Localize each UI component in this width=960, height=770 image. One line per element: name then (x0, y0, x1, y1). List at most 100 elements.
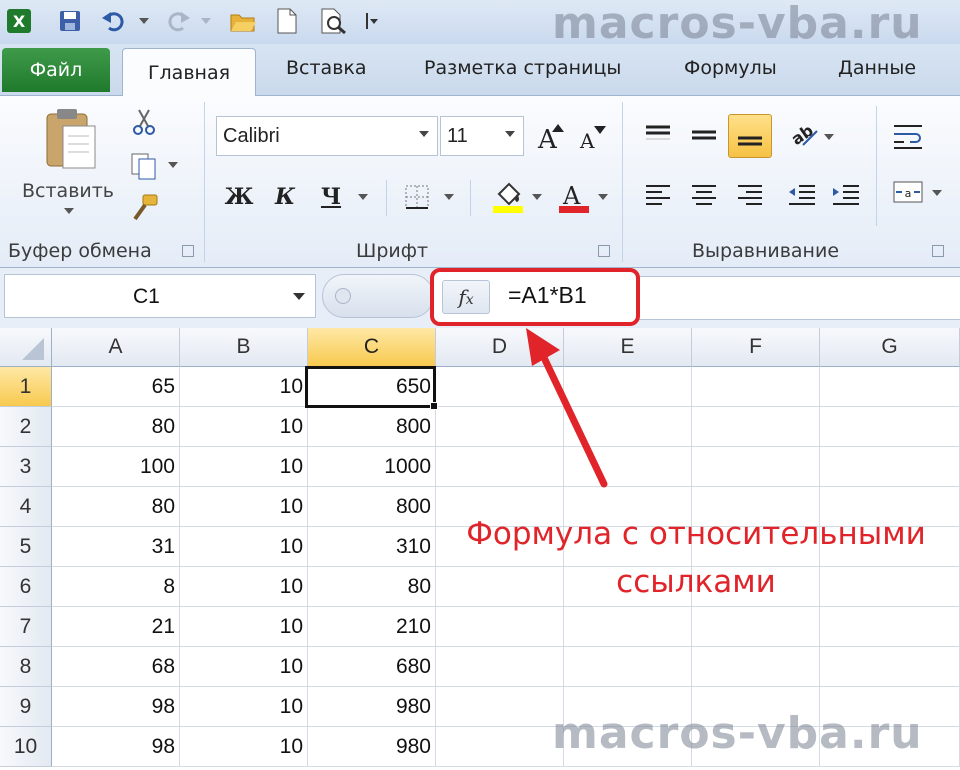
column-header-g[interactable]: G (820, 328, 960, 367)
cell-empty[interactable] (820, 407, 960, 447)
cell-empty[interactable] (436, 607, 564, 647)
align-bottom-icon[interactable] (728, 114, 772, 158)
text-orientation-dropdown-icon[interactable] (824, 134, 834, 140)
cell-b[interactable]: 10 (180, 527, 308, 567)
cell-b[interactable]: 10 (180, 567, 308, 607)
cell-c[interactable]: 800 (308, 487, 436, 527)
cell-b[interactable]: 10 (180, 727, 308, 767)
shrink-font-icon[interactable]: A (574, 118, 610, 154)
open-folder-icon[interactable] (226, 6, 260, 36)
print-preview-icon[interactable] (316, 6, 350, 36)
cell-c[interactable]: 210 (308, 607, 436, 647)
tab-data[interactable]: Данные (838, 57, 916, 79)
redo-icon[interactable] (164, 6, 194, 36)
cell-empty[interactable] (564, 407, 692, 447)
text-orientation-icon[interactable]: ab (784, 114, 824, 154)
cell-empty[interactable] (436, 447, 564, 487)
cell-b[interactable]: 10 (180, 367, 308, 407)
underline-button[interactable]: Ч (314, 180, 348, 214)
select-all-corner[interactable] (0, 328, 52, 367)
decrease-indent-icon[interactable] (784, 178, 820, 212)
cell-c[interactable]: 650 (308, 367, 436, 407)
copy-dropdown-icon[interactable] (168, 162, 178, 168)
tab-insert[interactable]: Вставка (286, 57, 367, 79)
cell-empty[interactable] (564, 647, 692, 687)
bold-button[interactable]: Ж (222, 180, 256, 214)
cell-empty[interactable] (692, 647, 820, 687)
cell-empty[interactable] (436, 687, 564, 727)
undo-icon[interactable] (98, 6, 128, 36)
row-header[interactable]: 3 (0, 447, 52, 487)
align-top-icon[interactable] (640, 118, 676, 152)
cell-b[interactable]: 10 (180, 607, 308, 647)
cell-c[interactable]: 1000 (308, 447, 436, 487)
cell-c[interactable]: 980 (308, 727, 436, 767)
cell-a[interactable]: 65 (52, 367, 180, 407)
row-header[interactable]: 5 (0, 527, 52, 567)
row-header[interactable]: 1 (0, 367, 52, 407)
insert-function-button[interactable]: fx (442, 280, 490, 314)
row-header[interactable]: 9 (0, 687, 52, 727)
column-header-c[interactable]: C (308, 328, 436, 367)
italic-button[interactable]: К (268, 180, 302, 214)
font-size-dropdown-icon[interactable] (505, 131, 515, 137)
align-left-icon[interactable] (640, 178, 676, 212)
format-painter-icon[interactable] (126, 192, 162, 224)
merge-center-icon[interactable]: a (888, 174, 928, 210)
copy-icon[interactable] (126, 150, 162, 182)
tab-file[interactable]: Файл (2, 48, 110, 92)
align-middle-icon[interactable] (686, 118, 722, 152)
borders-dropdown-icon[interactable] (444, 194, 454, 200)
cell-empty[interactable] (820, 647, 960, 687)
column-header-b[interactable]: B (180, 328, 308, 367)
cell-b[interactable]: 10 (180, 487, 308, 527)
tab-home[interactable]: Главная (122, 48, 256, 97)
cell-empty[interactable] (436, 727, 564, 767)
name-box[interactable]: C1 (4, 274, 316, 318)
redo-dropdown-icon[interactable] (198, 6, 214, 36)
row-header[interactable]: 10 (0, 727, 52, 767)
column-header-a[interactable]: A (52, 328, 180, 367)
cell-empty[interactable] (820, 367, 960, 407)
customize-qat-icon[interactable] (360, 6, 384, 36)
font-size-combo[interactable]: 11 (440, 116, 524, 156)
paste-dropdown-icon[interactable] (64, 208, 74, 214)
paste-icon[interactable] (36, 104, 106, 174)
cell-a[interactable]: 98 (52, 687, 180, 727)
tab-formulas[interactable]: Формулы (684, 57, 777, 79)
borders-icon[interactable] (400, 180, 434, 214)
tab-page-layout[interactable]: Разметка страницы (424, 57, 621, 79)
cell-a[interactable]: 80 (52, 407, 180, 447)
fill-handle[interactable] (430, 402, 438, 410)
cell-empty[interactable] (692, 407, 820, 447)
align-center-icon[interactable] (686, 178, 722, 212)
paste-button-label[interactable]: Вставить (22, 180, 114, 202)
cell-empty[interactable] (564, 607, 692, 647)
column-header-f[interactable]: F (692, 328, 820, 367)
row-header[interactable]: 2 (0, 407, 52, 447)
merge-dropdown-icon[interactable] (932, 190, 942, 196)
font-color-icon[interactable]: A (554, 178, 594, 216)
font-color-dropdown-icon[interactable] (598, 194, 608, 200)
row-header[interactable]: 8 (0, 647, 52, 687)
name-box-dropdown-icon[interactable] (293, 293, 305, 300)
cell-a[interactable]: 100 (52, 447, 180, 487)
clipboard-launcher-icon[interactable] (182, 245, 194, 257)
row-header[interactable]: 7 (0, 607, 52, 647)
wrap-text-icon[interactable] (888, 118, 928, 154)
grow-font-icon[interactable]: A (532, 118, 568, 154)
cell-empty[interactable] (692, 447, 820, 487)
cell-empty[interactable] (436, 407, 564, 447)
cell-a[interactable]: 8 (52, 567, 180, 607)
increase-indent-icon[interactable] (828, 178, 864, 212)
cell-empty[interactable] (564, 367, 692, 407)
new-document-icon[interactable] (272, 6, 302, 36)
cell-a[interactable]: 21 (52, 607, 180, 647)
cell-empty[interactable] (820, 607, 960, 647)
formula-input[interactable]: =A1*B1 (508, 282, 587, 309)
formula-bar-splitter[interactable] (322, 274, 434, 318)
cut-icon[interactable] (128, 106, 160, 138)
underline-dropdown-icon[interactable] (358, 194, 368, 200)
cell-empty[interactable] (820, 447, 960, 487)
fill-color-icon[interactable] (488, 178, 528, 216)
